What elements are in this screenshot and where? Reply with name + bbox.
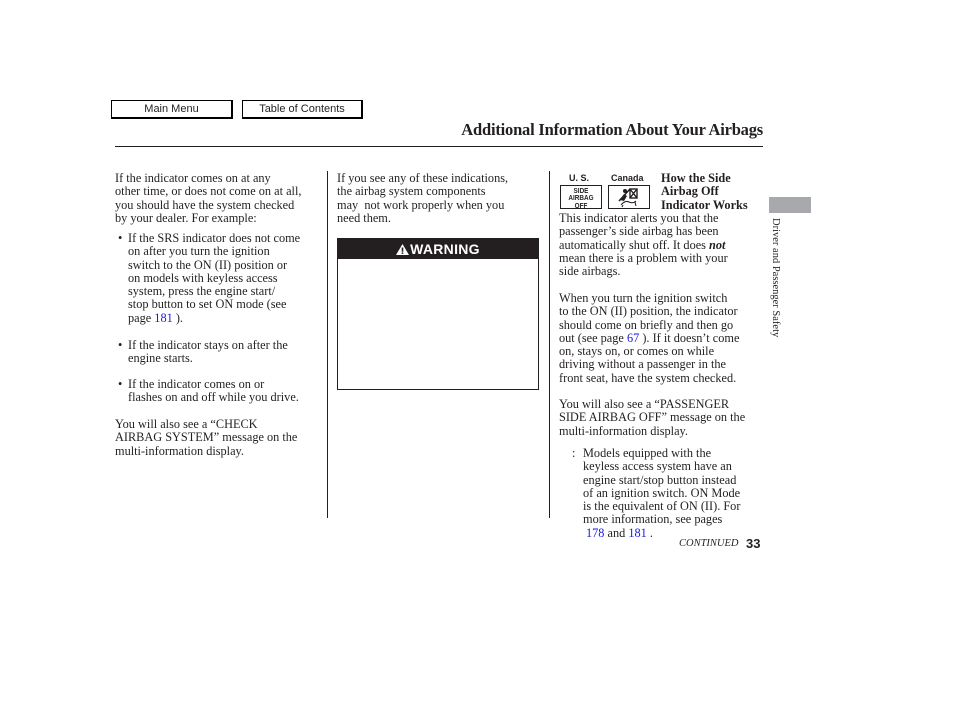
text-line: need them.: [337, 210, 391, 225]
text-line: by your dealer. For example:: [115, 210, 257, 225]
section-tab-label: Driver and Passenger Safety: [770, 218, 781, 338]
col2-intro: If you see any of these indications, the…: [337, 171, 509, 225]
text-line: to the ON (II) position, the indicator: [559, 304, 738, 319]
page-link-67[interactable]: 67: [627, 331, 639, 345]
footnote-marker: :: [572, 446, 576, 460]
text-line: multi-information display.: [115, 443, 244, 458]
text-line: SIDE AIRBAG OFF” message on the: [559, 410, 746, 425]
col3-para1: This indicator alerts you that the passe…: [559, 211, 728, 279]
warning-label: WARNING: [410, 241, 480, 257]
text-line: If the indicator comes on at any: [115, 171, 271, 185]
text-line: switch to the ON (II) position or: [128, 257, 288, 272]
text-line: may not work properly when you: [337, 197, 505, 212]
main-menu-button[interactable]: Main Menu: [111, 100, 233, 119]
text-line: OFF: [574, 200, 588, 210]
indicator-text: SIDE AIRBAG OFF: [564, 186, 598, 209]
text-line: is the equivalent of ON (II). For: [583, 499, 741, 514]
text-line: Models equipped with the: [583, 446, 712, 460]
canada-label: Canada: [611, 173, 644, 183]
side-airbag-off-symbol-icon: [618, 188, 638, 208]
section-tab[interactable]: [769, 197, 811, 213]
text-line: passenger’s side airbag has been: [559, 224, 719, 239]
text-line: Indicator Works: [661, 197, 748, 212]
text-line: How the Side: [661, 171, 731, 185]
text-line: out (see page 67 ). If it doesn’t come: [559, 330, 740, 345]
text-line: you should have the system checked: [115, 197, 295, 212]
footnote-text: Models equipped with the keyless access …: [583, 446, 741, 540]
column-divider: [549, 171, 550, 518]
col1-intro: If the indicator comes on at any other t…: [115, 171, 302, 225]
page-link-181[interactable]: 181: [154, 311, 172, 325]
section-heading: How the Side Airbag Off Indicator Works: [661, 171, 748, 212]
text-line: should come on briefly and then go: [559, 317, 734, 332]
text-line: on, stays on, or comes on while: [559, 344, 715, 359]
warning-header: WARNING: [338, 239, 538, 259]
page-link-178[interactable]: 178: [586, 526, 604, 540]
text-line: driving without a passenger in the: [559, 357, 726, 372]
text-line: other time, or does not come on at all,: [115, 184, 302, 199]
text-line: When you turn the ignition switch: [559, 291, 728, 305]
text-line: more information, see pages: [583, 512, 723, 527]
text-span: ). If it doesn’t come: [639, 330, 740, 345]
text-line: engine starts.: [128, 351, 193, 366]
text-line: automatically shut off. It does not: [559, 237, 728, 252]
text-line: on models with keyless access: [128, 270, 278, 285]
text-line: If the SRS indicator does not come: [128, 231, 301, 245]
text-line: You will also see a “CHECK: [115, 417, 258, 431]
text-line: If the indicator stays on after the: [128, 338, 288, 352]
text-line: side airbags.: [559, 264, 621, 279]
col3-para2: When you turn the ignition switch to the…: [559, 291, 740, 385]
text-line: flashes on and off while you drive.: [128, 390, 299, 405]
bullet-text: If the indicator comes on or flashes on …: [128, 377, 299, 405]
text-line: page 181 ).: [128, 310, 300, 325]
text-line: If you see any of these indications,: [337, 171, 509, 185]
text-line: If the indicator comes on or: [128, 377, 265, 391]
text-span: and: [604, 525, 629, 540]
text-line: multi-information display.: [559, 423, 688, 438]
text-line: keyless access system have an: [583, 459, 732, 474]
bullet-symbol: •: [118, 231, 123, 245]
text-line: on after you turn the ignition: [128, 244, 270, 259]
text-line: Airbag Off: [661, 184, 719, 199]
text-line: engine start/stop button instead: [583, 472, 737, 487]
bullet-symbol: •: [118, 377, 123, 391]
bullet-text: If the indicator stays on after the engi…: [128, 338, 288, 366]
text-span: automatically shut off. It does: [559, 237, 710, 252]
text-line: AIRBAG SYSTEM” message on the: [115, 430, 298, 445]
column-divider: [327, 171, 328, 518]
text-line: system, press the engine start/: [128, 284, 276, 299]
text-line: the airbag system components: [337, 184, 486, 199]
warning-box: WARNING: [337, 238, 539, 390]
bullet-symbol: •: [118, 338, 123, 352]
text-line: stop button to set ON mode (see: [128, 297, 287, 312]
text-span: page: [128, 310, 155, 325]
emphasis-text: not: [709, 237, 726, 252]
text-line: You will also see a “PASSENGER: [559, 397, 730, 411]
col1-outro: You will also see a “CHECK AIRBAG SYSTEM…: [115, 417, 298, 458]
page-number: 33: [746, 536, 761, 551]
page-link-181[interactable]: 181: [628, 526, 646, 540]
table-of-contents-button[interactable]: Table of Contents: [242, 100, 363, 119]
text-line: mean there is a problem with your: [559, 250, 728, 265]
text-span: .: [646, 525, 653, 540]
title-rule-divider: [115, 146, 763, 147]
page-title: Additional Information About Your Airbag…: [461, 120, 763, 139]
continued-label: CONTINUED: [679, 538, 739, 549]
col3-para3: You will also see a “PASSENGER SIDE AIRB…: [559, 397, 746, 438]
text-line: This indicator alerts you that the: [559, 211, 719, 225]
canada-side-airbag-off-indicator: [608, 185, 650, 209]
bullet-text: If the SRS indicator does not come on af…: [128, 231, 301, 325]
text-span: out (see page: [559, 330, 627, 345]
us-label: U. S.: [569, 173, 590, 183]
warning-triangle-icon: [396, 244, 410, 255]
text-line: of an ignition switch. ON Mode: [583, 485, 741, 500]
text-span: ).: [172, 310, 183, 325]
text-line: front seat, have the system checked.: [559, 370, 737, 385]
us-side-airbag-off-indicator: SIDE AIRBAG OFF: [560, 185, 602, 209]
